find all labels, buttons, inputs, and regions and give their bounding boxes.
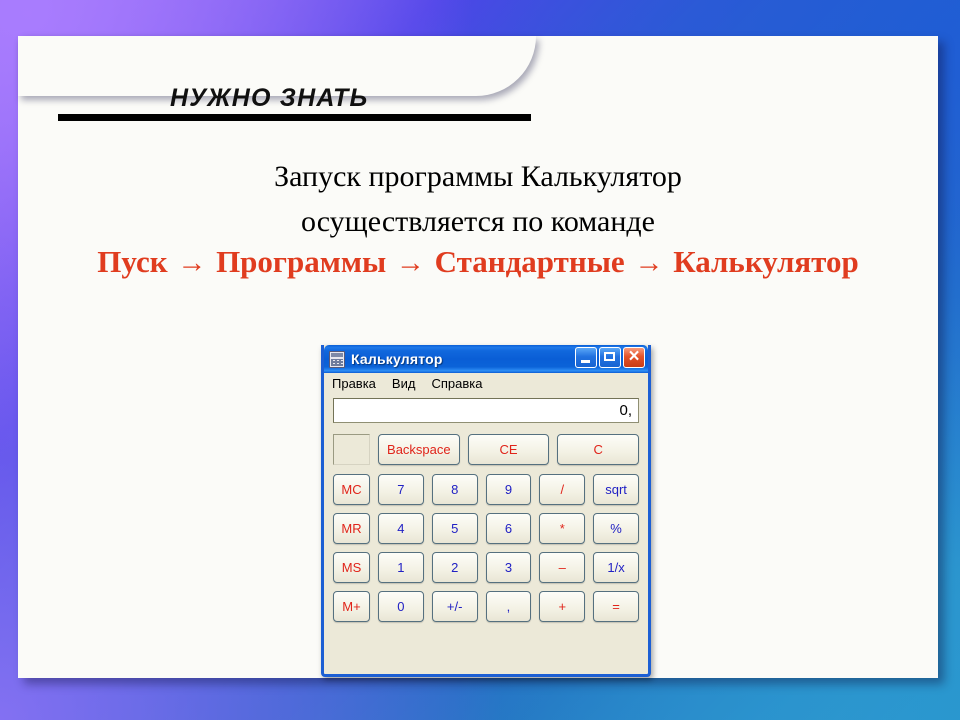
sign-toggle-button[interactable]: +/- xyxy=(431,591,478,622)
menu-item-edit[interactable]: Правка xyxy=(332,376,376,391)
digit-9-button[interactable]: 9 xyxy=(485,474,532,505)
body-line-2: осуществляется по команде xyxy=(301,205,655,238)
calculator-menubar: Правка Вид Справка xyxy=(324,373,648,394)
calculator-display[interactable]: 0, xyxy=(333,398,639,423)
sqrt-button[interactable]: sqrt xyxy=(593,474,639,505)
digit-4-button[interactable]: 4 xyxy=(378,513,424,544)
arrow-icon: → xyxy=(634,247,664,279)
minimize-button[interactable] xyxy=(575,347,597,368)
arrow-icon: → xyxy=(395,247,425,279)
reciprocal-button[interactable]: 1/x xyxy=(593,552,639,583)
calculator-titlebar[interactable]: Калькулятор xyxy=(324,345,648,373)
menu-item-help[interactable]: Справка xyxy=(431,376,482,391)
digit-8-button[interactable]: 8 xyxy=(431,474,478,505)
equals-button[interactable]: = xyxy=(593,591,639,622)
calculator-display-value: 0, xyxy=(619,402,632,419)
add-button[interactable]: + xyxy=(539,591,586,622)
memory-indicator xyxy=(333,434,370,465)
window-controls xyxy=(575,345,645,369)
menu-item-view[interactable]: Вид xyxy=(392,376,416,391)
calculator-icon xyxy=(329,350,345,368)
percent-button[interactable]: % xyxy=(593,513,639,544)
digit-6-button[interactable]: 6 xyxy=(485,513,532,544)
memory-clear-button[interactable]: MC xyxy=(333,474,370,505)
subtract-button[interactable]: – xyxy=(539,552,586,583)
digit-3-button[interactable]: 3 xyxy=(485,552,532,583)
divide-button[interactable]: / xyxy=(539,474,586,505)
memory-store-button[interactable]: MS xyxy=(333,552,370,583)
path-step-accessories: Стандартные xyxy=(434,244,625,279)
close-button[interactable] xyxy=(623,345,645,369)
maximize-button[interactable] xyxy=(599,347,621,368)
page-title: НУЖНО ЗНАТЬ xyxy=(170,84,369,112)
memory-add-button[interactable]: M+ xyxy=(333,591,370,622)
digit-0-button[interactable]: 0 xyxy=(378,591,424,622)
decimal-point-button[interactable]: , xyxy=(485,591,532,622)
calculator-keypad: MC 7 8 9 / sqrt MR 4 5 6 * % MS 1 2 3 – … xyxy=(333,474,639,622)
calculator-title-text: Калькулятор xyxy=(351,351,443,367)
memory-recall-button[interactable]: MR xyxy=(333,513,370,544)
multiply-button[interactable]: * xyxy=(539,513,586,544)
arrow-icon: → xyxy=(177,247,207,279)
digit-2-button[interactable]: 2 xyxy=(431,552,478,583)
digit-7-button[interactable]: 7 xyxy=(378,474,424,505)
digit-1-button[interactable]: 1 xyxy=(378,552,424,583)
body-line-1: Запуск программы Калькулятор xyxy=(274,160,682,193)
slide-canvas: НУЖНО ЗНАТЬ Запуск программы Калькулятор… xyxy=(0,0,960,720)
backspace-button[interactable]: Backspace xyxy=(378,434,460,465)
path-step-start: Пуск xyxy=(97,244,168,279)
body-text-block: Запуск программы Калькулятор осуществляе… xyxy=(18,154,938,244)
digit-5-button[interactable]: 5 xyxy=(431,513,478,544)
calculator-window: Калькулятор Правка Вид Справка 0, Backsp… xyxy=(321,345,651,677)
calculator-top-row: Backspace CE C xyxy=(333,434,640,465)
content-panel: НУЖНО ЗНАТЬ Запуск программы Калькулятор… xyxy=(18,36,938,678)
header-rule xyxy=(58,114,531,121)
menu-path-line: Пуск → Программы → Стандартные → Калькул… xyxy=(18,244,938,280)
clear-entry-button[interactable]: CE xyxy=(467,434,550,465)
path-step-programs: Программы xyxy=(216,244,387,279)
clear-button[interactable]: C xyxy=(557,434,640,465)
path-step-calculator: Калькулятор xyxy=(673,244,859,279)
